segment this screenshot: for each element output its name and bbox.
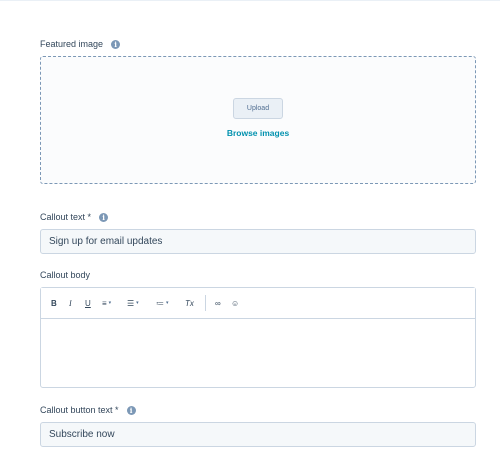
- rich-text-editor: B I U ≡ ▾ ☰ ▾ ≔ ▾ Tx ∞ ☺: [40, 287, 476, 388]
- callout-text-input[interactable]: [40, 229, 476, 254]
- callout-button-text-label: Callout button text * i: [40, 405, 136, 415]
- callout-text-label-text: Callout text *: [40, 212, 92, 222]
- numbered-list-icon: ≔: [156, 298, 164, 308]
- bulleted-list-dropdown[interactable]: ☰ ▾: [127, 297, 139, 309]
- callout-body-label: Callout body: [40, 270, 90, 280]
- upload-button[interactable]: Upload: [233, 98, 283, 119]
- callout-body-label-text: Callout body: [40, 270, 91, 280]
- bulleted-list-icon: ☰: [127, 298, 135, 308]
- info-icon[interactable]: i: [111, 39, 121, 49]
- toolbar-divider: [205, 295, 206, 311]
- chevron-down-icon: ▾: [166, 300, 169, 306]
- editor-toolbar: B I U ≡ ▾ ☰ ▾ ≔ ▾ Tx ∞ ☺: [41, 288, 475, 319]
- clear-formatting-icon[interactable]: Tx: [185, 297, 194, 309]
- top-divider: [0, 0, 500, 1]
- info-icon[interactable]: i: [99, 212, 109, 222]
- callout-button-text-label-text: Callout button text *: [40, 405, 119, 415]
- bold-icon[interactable]: B: [51, 297, 57, 309]
- browse-images-link[interactable]: Browse images: [200, 128, 316, 138]
- callout-button-text-input[interactable]: [40, 422, 476, 447]
- align-icon: ≡: [102, 298, 107, 308]
- featured-image-label: Featured image i: [40, 39, 121, 49]
- emoji-icon[interactable]: ☺: [231, 297, 239, 309]
- callout-text-label: Callout text * i: [40, 212, 109, 222]
- featured-image-label-text: Featured image: [40, 39, 104, 49]
- numbered-list-dropdown[interactable]: ≔ ▾: [156, 297, 169, 309]
- align-dropdown[interactable]: ≡ ▾: [102, 297, 111, 309]
- underline-icon[interactable]: U: [85, 297, 91, 309]
- italic-icon[interactable]: I: [69, 297, 72, 309]
- link-icon[interactable]: ∞: [215, 297, 221, 309]
- image-dropzone[interactable]: [40, 56, 476, 184]
- callout-body-input[interactable]: [41, 319, 475, 387]
- chevron-down-icon: ▾: [108, 300, 112, 306]
- info-icon[interactable]: i: [126, 405, 136, 415]
- chevron-down-icon: ▾: [136, 300, 139, 306]
